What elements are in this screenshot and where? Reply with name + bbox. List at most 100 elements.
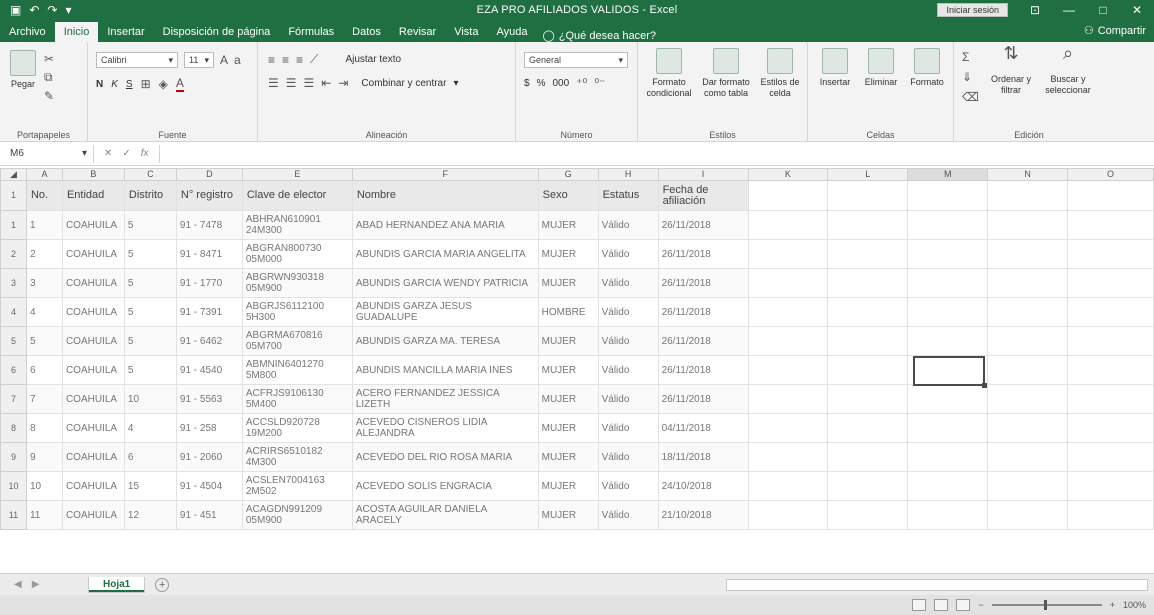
cell-distrito[interactable]: 5: [123, 326, 177, 356]
row-header[interactable]: 11: [0, 500, 27, 530]
tab-revisar[interactable]: Revisar: [390, 22, 445, 42]
cell-entidad[interactable]: COAHUILA: [61, 442, 125, 472]
empty-cell[interactable]: [907, 384, 989, 414]
column-header[interactable]: C: [123, 168, 177, 181]
autosum-icon[interactable]: Σ: [962, 50, 969, 64]
empty-cell[interactable]: [907, 239, 989, 269]
cell-registro[interactable]: 91 - 7478: [175, 210, 243, 240]
cell-clave[interactable]: ACFRJS9106130 5M400: [241, 384, 353, 414]
zoom-level[interactable]: 100%: [1123, 600, 1146, 610]
empty-cell[interactable]: [1067, 239, 1154, 269]
tell-me-box[interactable]: ◯ ¿Qué desea hacer?: [536, 29, 656, 43]
cell-no[interactable]: 6: [25, 355, 63, 385]
cell-sexo[interactable]: MUJER: [537, 239, 599, 269]
empty-cell[interactable]: [827, 239, 909, 269]
cell-registro[interactable]: 91 - 4540: [175, 355, 243, 385]
column-header[interactable]: E: [241, 168, 353, 181]
cell-entidad[interactable]: COAHUILA: [61, 268, 125, 298]
cell-entidad[interactable]: COAHUILA: [61, 297, 125, 327]
empty-cell[interactable]: [987, 384, 1068, 414]
row-header[interactable]: 3: [0, 268, 27, 298]
cell-clave[interactable]: ABHRAN610901 24M300: [241, 210, 353, 240]
cell-no[interactable]: 1: [25, 210, 63, 240]
cell-fecha[interactable]: 26/11/2018: [657, 210, 749, 240]
empty-cell[interactable]: [827, 471, 909, 501]
row-header[interactable]: 8: [0, 413, 27, 443]
empty-cell[interactable]: [907, 297, 989, 327]
cell-no[interactable]: 7: [25, 384, 63, 414]
empty-cell[interactable]: [987, 471, 1068, 501]
italic-button[interactable]: K: [111, 79, 118, 90]
tab-inicio[interactable]: Inicio: [54, 22, 99, 42]
cell-registro[interactable]: 91 - 6462: [175, 326, 243, 356]
cell-sexo[interactable]: MUJER: [537, 413, 599, 443]
empty-cell[interactable]: [907, 413, 989, 443]
cell-distrito[interactable]: 10: [123, 384, 177, 414]
column-header[interactable]: F: [351, 168, 539, 181]
cell-no[interactable]: 2: [25, 239, 63, 269]
cell-nombre[interactable]: ACOSTA AGUILAR DANIELA ARACELY: [351, 500, 539, 530]
header-no[interactable]: No.: [25, 180, 63, 211]
header-registro[interactable]: N° registro: [175, 180, 243, 211]
cell-registro[interactable]: 91 - 1770: [175, 268, 243, 298]
font-size-select[interactable]: 11 ▾: [184, 52, 214, 68]
prev-sheet-icon[interactable]: ◀: [14, 579, 22, 590]
cell-estatus[interactable]: Válido: [597, 442, 659, 472]
cell-registro[interactable]: 91 - 451: [175, 500, 243, 530]
empty-cell[interactable]: [1067, 413, 1154, 443]
cell-nombre[interactable]: ACEVEDO DEL RIO ROSA MARIA: [351, 442, 539, 472]
row-header[interactable]: 5: [0, 326, 27, 356]
cell-sexo[interactable]: MUJER: [537, 442, 599, 472]
row-header[interactable]: 1: [0, 210, 27, 240]
thousands-button[interactable]: 000: [552, 78, 569, 89]
zoom-out-icon[interactable]: −: [978, 600, 983, 610]
cell-distrito[interactable]: 5: [123, 210, 177, 240]
cell-estatus[interactable]: Válido: [597, 210, 659, 240]
tab-disposicion[interactable]: Disposición de página: [154, 22, 280, 42]
cell-estatus[interactable]: Válido: [597, 326, 659, 356]
cell-entidad[interactable]: COAHUILA: [61, 413, 125, 443]
cell-nombre[interactable]: ACEVEDO SOLIS ENGRACIA: [351, 471, 539, 501]
zoom-slider[interactable]: [991, 600, 1102, 610]
column-header[interactable]: K: [747, 168, 829, 181]
cell-estatus[interactable]: Válido: [597, 239, 659, 269]
cell-estatus[interactable]: Válido: [597, 355, 659, 385]
cell-entidad[interactable]: COAHUILA: [61, 500, 125, 530]
decrease-indent-icon[interactable]: ⇤: [321, 76, 331, 90]
cell-clave[interactable]: ACSLEN7004163 2M502: [241, 471, 353, 501]
empty-cell[interactable]: [907, 442, 989, 472]
cell-estatus[interactable]: Válido: [597, 297, 659, 327]
empty-cell[interactable]: [827, 384, 909, 414]
cell-clave[interactable]: ABGRJS6112100 5H300: [241, 297, 353, 327]
empty-cell[interactable]: [747, 239, 829, 269]
cell-estatus[interactable]: Válido: [597, 384, 659, 414]
merge-dropdown-icon[interactable]: ▾: [453, 78, 458, 89]
empty-cell[interactable]: [827, 442, 909, 472]
empty-cell[interactable]: [987, 180, 1068, 211]
empty-cell[interactable]: [907, 326, 989, 356]
cell-nombre[interactable]: ABAD HERNANDEZ ANA MARIA: [351, 210, 539, 240]
empty-cell[interactable]: [987, 268, 1068, 298]
font-color-icon[interactable]: A: [175, 76, 184, 92]
empty-cell[interactable]: [1067, 180, 1154, 211]
delete-cells-button[interactable]: Eliminar: [860, 48, 902, 88]
cell-nombre[interactable]: ABUNDIS MANCILLA MARIA INES: [351, 355, 539, 385]
cell-fecha[interactable]: 18/11/2018: [657, 442, 749, 472]
empty-cell[interactable]: [1067, 268, 1154, 298]
increase-decimal-icon[interactable]: ⁺⁰: [576, 76, 587, 90]
empty-cell[interactable]: [827, 500, 909, 530]
empty-cell[interactable]: [1067, 384, 1154, 414]
header-distrito[interactable]: Distrito: [123, 180, 177, 211]
sort-filter-button[interactable]: ⇅ Ordenar y filtrar: [988, 44, 1034, 96]
empty-cell[interactable]: [987, 297, 1068, 327]
empty-cell[interactable]: [1067, 355, 1154, 385]
tab-insertar[interactable]: Insertar: [98, 22, 153, 42]
orientation-icon[interactable]: ⟋: [310, 52, 318, 67]
copy-icon[interactable]: ⧉: [44, 70, 53, 85]
cell-styles-button[interactable]: Estilos de celda: [756, 48, 804, 99]
column-header[interactable]: M: [907, 168, 989, 181]
cell-entidad[interactable]: COAHUILA: [61, 355, 125, 385]
cell-no[interactable]: 8: [25, 413, 63, 443]
insert-cells-button[interactable]: Insertar: [814, 48, 856, 88]
tab-ayuda[interactable]: Ayuda: [487, 22, 536, 42]
